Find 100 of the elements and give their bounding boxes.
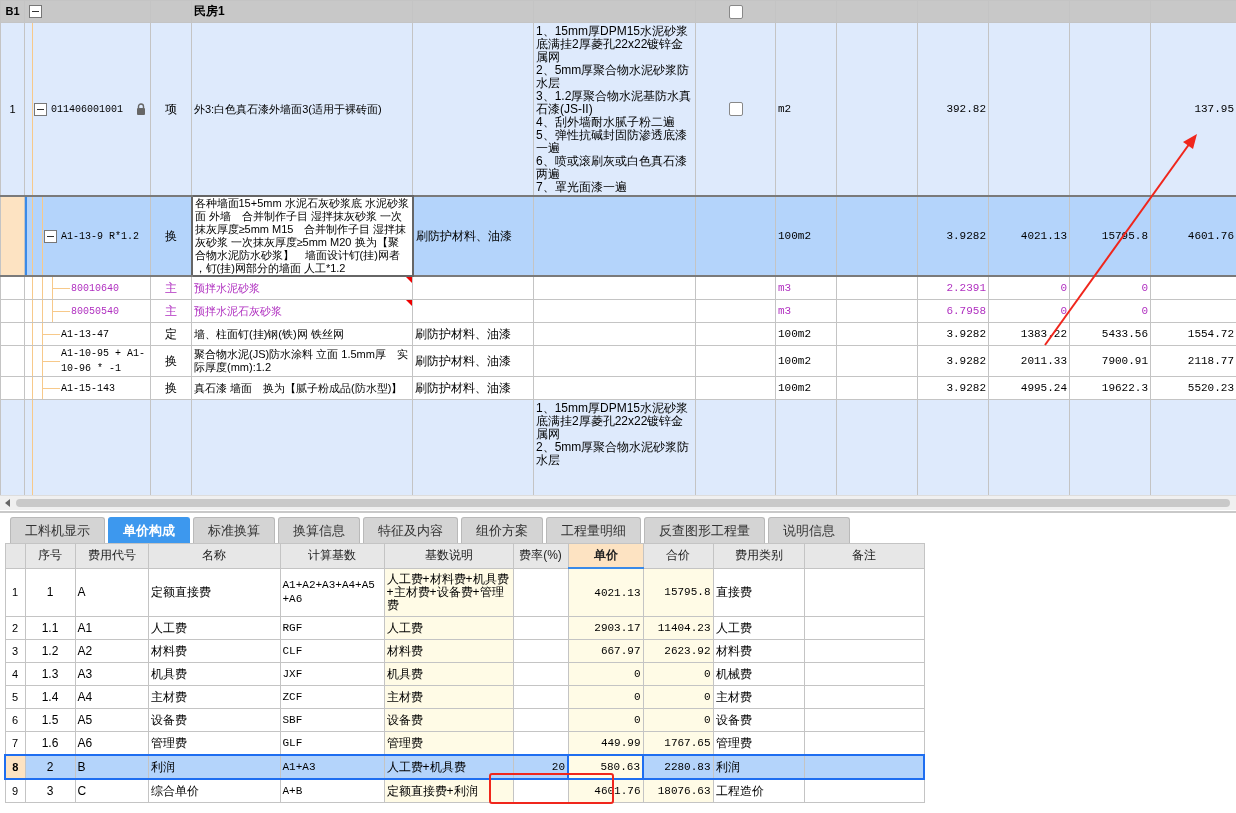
table-cell: 设备费 xyxy=(150,712,187,727)
table-cell: 2280.83 xyxy=(664,761,711,773)
row-header[interactable]: 9 xyxy=(5,779,25,803)
table-cell: 综合单价 xyxy=(150,783,199,798)
column-header[interactable]: 单价 xyxy=(568,543,643,568)
unit-cell: 100m2 xyxy=(778,382,811,394)
table-cell: A2 xyxy=(77,643,93,658)
column-header[interactable]: 备注 xyxy=(804,543,924,568)
item-type: 主 xyxy=(165,303,177,318)
tab[interactable]: 说明信息 xyxy=(768,517,850,543)
item-type: 换 xyxy=(165,380,177,395)
table-cell: 1.6 xyxy=(41,735,59,750)
table-cell: 直接费 xyxy=(715,584,752,599)
table-cell: 1.1 xyxy=(41,620,59,635)
column-header[interactable]: 费率(%) xyxy=(513,543,568,568)
unit-cell: m2 xyxy=(778,103,792,115)
row-header[interactable] xyxy=(0,276,25,300)
number-cell: 0 xyxy=(1141,305,1148,317)
table-cell: 2 xyxy=(46,759,54,774)
row-header[interactable]: 7 xyxy=(5,731,25,755)
table-cell: A+B xyxy=(282,785,303,797)
tab[interactable]: 工料机显示 xyxy=(10,517,105,543)
row-header[interactable]: 1 xyxy=(5,568,25,617)
row-header[interactable]: 5 xyxy=(5,685,25,709)
table-cell: 1.2 xyxy=(41,643,59,658)
unit-cell: m3 xyxy=(778,282,792,294)
row-header[interactable]: 8 xyxy=(5,755,25,779)
unit-cell: 100m2 xyxy=(778,355,811,367)
table-cell: 0 xyxy=(633,668,641,680)
column-header[interactable]: 合价 xyxy=(643,543,713,568)
collapse-toggle[interactable] xyxy=(34,102,47,116)
table-cell: 刷防护材料、油漆 xyxy=(415,353,511,368)
tab[interactable]: 标准换算 xyxy=(193,517,275,543)
number-cell: 0 xyxy=(1060,305,1067,317)
tab[interactable]: 工程量明细 xyxy=(546,517,641,543)
tab[interactable]: 组价方案 xyxy=(461,517,543,543)
row-header[interactable]: 4 xyxy=(5,662,25,686)
table-cell: A1+A2+A3+A4+A5+A6 xyxy=(282,579,375,606)
column-header[interactable]: 序号 xyxy=(25,543,75,568)
number-cell: 7900.91 xyxy=(1101,355,1148,367)
collapse-toggle[interactable] xyxy=(29,5,42,19)
collapse-toggle[interactable] xyxy=(44,229,57,243)
table-cell: 机具费 xyxy=(386,666,423,681)
tab[interactable]: 特征及内容 xyxy=(363,517,458,543)
table-cell: A6 xyxy=(77,735,93,750)
table-cell: 定额直接费 xyxy=(150,584,211,599)
table-cell: 0 xyxy=(703,668,711,680)
number-cell: 0 xyxy=(1141,282,1148,294)
item-name: 各种墙面15+5mm 水泥石灰砂浆底 水泥砂浆面 外墙 合并制作子目 湿拌抹灰砂浆 一次抹灰厚度≥5mm M15 合并制作子目 湿拌抹灰砂浆 一次抹灰厚度≥5mm M20 换为【聚合物水泥防水砂浆】 墙面设计钉(挂)网者，钉(挂)网部分的墙面 人工*1.2 xyxy=(194,198,409,274)
unit-cell: m3 xyxy=(778,305,792,317)
row-header[interactable]: 2 xyxy=(5,616,25,640)
checkbox[interactable] xyxy=(728,4,743,19)
tab[interactable]: 换算信息 xyxy=(278,517,360,543)
table-cell: 人工费+机具费 xyxy=(386,759,466,774)
column-header[interactable]: 名称 xyxy=(148,543,280,568)
row-header[interactable]: 3 xyxy=(5,639,25,663)
item-code: 80050540 xyxy=(71,304,120,319)
item-type: 定 xyxy=(165,326,177,341)
item-type: 项 xyxy=(165,101,177,116)
table-cell: 利润 xyxy=(715,759,740,774)
row-header[interactable]: 6 xyxy=(5,708,25,732)
number-cell: 4021.13 xyxy=(1020,230,1067,242)
table-cell: 刷防护材料、油漆 xyxy=(415,326,511,341)
tab[interactable]: 反查图形工程量 xyxy=(644,517,765,543)
number-cell: 2118.77 xyxy=(1187,355,1234,367)
item-name: 墙、柱面钉(挂)钢(铁)网 铁丝网 xyxy=(194,327,344,340)
table-cell: 2623.92 xyxy=(664,645,711,657)
column-header[interactable]: 基数说明 xyxy=(384,543,513,568)
number-cell: 3.9282 xyxy=(946,230,986,242)
table-cell: 3 xyxy=(46,783,54,798)
row-header[interactable]: 1 xyxy=(0,22,25,196)
checkbox[interactable] xyxy=(728,102,743,116)
column-header[interactable]: 费用代号 xyxy=(75,543,148,568)
table-cell: 1 xyxy=(46,584,54,599)
number-cell: 3.9282 xyxy=(946,355,986,367)
table-cell: 管理费 xyxy=(386,735,423,750)
table-cell: 材料费 xyxy=(386,643,423,658)
table-cell: 4021.13 xyxy=(594,586,641,599)
table-cell: 449.99 xyxy=(600,737,641,749)
table-cell: 1.3 xyxy=(41,666,59,681)
table-cell: A1+A3 xyxy=(282,761,316,773)
table-cell: 1.5 xyxy=(41,712,59,727)
table-cell: 人工费 xyxy=(150,620,187,635)
row-header[interactable] xyxy=(0,196,25,276)
table-cell: 0 xyxy=(703,691,711,703)
table-cell: 0 xyxy=(703,714,711,726)
table-cell: 刷防护材料、油漆 xyxy=(415,380,511,395)
table-cell: 管理费 xyxy=(150,735,187,750)
table-cell: 机械费 xyxy=(715,666,752,681)
column-header[interactable]: 费用类别 xyxy=(713,543,804,568)
horizontal-scrollbar[interactable] xyxy=(0,495,1236,510)
column-header[interactable]: 计算基数 xyxy=(280,543,384,568)
table-cell: 580.63 xyxy=(600,761,640,773)
section-title: 民房1 xyxy=(191,0,413,23)
table-cell: 20 xyxy=(551,761,565,773)
number-cell: 3.9282 xyxy=(946,328,986,340)
table-cell: 1.4 xyxy=(41,689,59,704)
item-name: 预拌水泥砂浆 xyxy=(194,281,260,294)
table-cell: 主材费 xyxy=(150,689,187,704)
table-cell: 0 xyxy=(633,714,641,726)
